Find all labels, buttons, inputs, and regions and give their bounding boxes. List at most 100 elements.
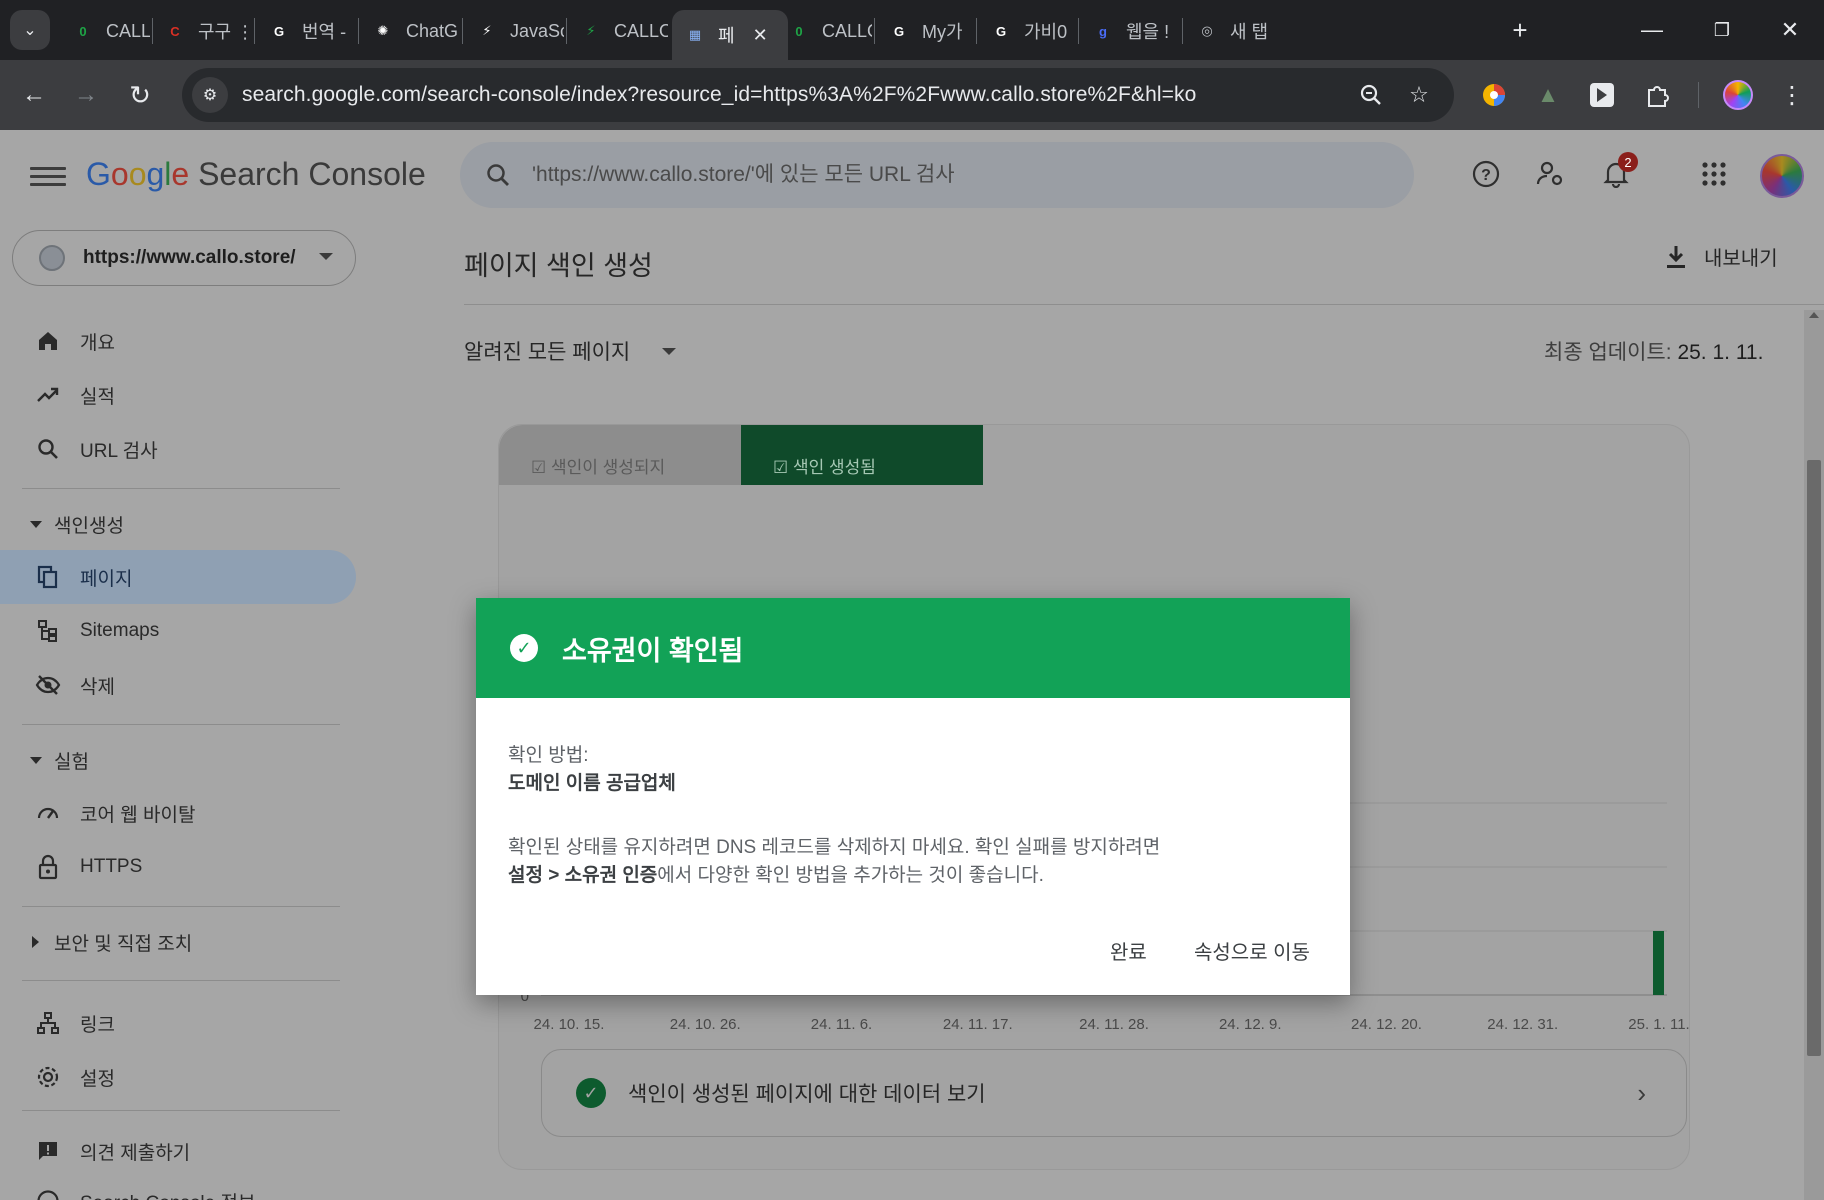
sidebar-item-label: 실적 [80, 386, 115, 408]
sidebar-divider [22, 1110, 340, 1111]
profile-avatar-icon[interactable] [1720, 77, 1756, 113]
property-url: https://www.callo.store/ [83, 247, 296, 268]
tab-close-icon[interactable]: ✕ [753, 25, 768, 46]
export-button[interactable]: 내보내기 [1662, 242, 1778, 271]
tab-label: CALLO [822, 20, 872, 41]
new-tab-button[interactable]: + [1490, 10, 1550, 50]
tab-label: ChatG [406, 20, 459, 41]
page-scrollbar[interactable] [1804, 310, 1824, 1200]
go-to-property-button[interactable]: 속성으로 이동 [1188, 932, 1316, 969]
account-avatar[interactable] [1760, 154, 1804, 198]
sidebar-item-label: 의견 제출하기 [80, 1142, 191, 1164]
filter-label: 알려진 모든 페이지 [464, 341, 631, 364]
sidebar-item-removals[interactable]: 삭제 [0, 658, 356, 712]
sidebar-section-security[interactable]: 보안 및 직접 조치 [0, 920, 356, 964]
browser-tab[interactable]: G My가 [876, 10, 974, 52]
export-label: 내보내기 [1704, 248, 1778, 270]
sidebar-item-sitemaps[interactable]: Sitemaps [0, 604, 356, 658]
forward-icon[interactable]: → [66, 75, 106, 115]
last-updated-label: 최종 업데이트: [1544, 341, 1672, 364]
download-icon [1662, 243, 1690, 271]
check-circle-icon: ✓ [510, 634, 538, 662]
zoom-icon[interactable] [1356, 80, 1386, 110]
browser-tab[interactable]: 0 CALLO [776, 10, 872, 52]
notifications-bell-icon[interactable]: 2 [1596, 152, 1638, 194]
browser-menu-icon[interactable]: ⋮ [1774, 77, 1810, 113]
tab-favicon-icon: C [170, 23, 180, 39]
sidebar-item-label: HTTPS [80, 856, 143, 877]
extension-box-icon[interactable] [1584, 77, 1620, 113]
tab-separator [976, 18, 977, 44]
sidebar-divider [22, 906, 340, 907]
browser-tab[interactable]: G 번역 - [256, 10, 356, 52]
search-console-logo[interactable]: Google Search Console [86, 156, 426, 193]
help-icon[interactable]: ? [1466, 154, 1506, 194]
chart-bar[interactable] [1653, 931, 1664, 995]
extension-color-icon[interactable] [1476, 77, 1512, 113]
sidebar-item-feedback[interactable]: 의견 제출하기 [0, 1124, 356, 1178]
reload-icon[interactable]: ↻ [120, 75, 160, 115]
dialog-body-line1: 확인된 상태를 유지하려면 DNS 레코드를 삭제하지 마세요. 확인 실패를 … [508, 837, 1161, 858]
tab-separator [358, 18, 359, 44]
sidebar-item-links[interactable]: 링크 [0, 996, 356, 1050]
tab-favicon-icon: G [893, 23, 905, 39]
back-icon[interactable]: ← [14, 75, 54, 115]
sidebar-item-https[interactable]: HTTPS [0, 840, 356, 894]
minimize-icon[interactable]: — [1622, 10, 1682, 50]
extension-tree-icon[interactable]: ▲ [1530, 77, 1566, 113]
menu-icon[interactable] [30, 158, 66, 194]
tab-search-button[interactable]: ⌄ [10, 10, 50, 50]
site-info-icon[interactable]: ⚙ [192, 77, 228, 113]
address-url[interactable]: search.google.com/search-console/index?r… [242, 83, 1196, 107]
dialog-title: 소유권이 확인됨 [562, 635, 744, 666]
apps-grid-icon[interactable] [1694, 154, 1734, 194]
browser-tab[interactable]: 0 CALLO [60, 10, 150, 52]
property-selector[interactable]: https://www.callo.store/ [12, 230, 356, 286]
search-icon [482, 159, 514, 191]
bookmark-star-icon[interactable]: ☆ [1404, 80, 1434, 110]
view-indexed-data-row[interactable]: ✓ 색인이 생성된 페이지에 대한 데이터 보기 › [541, 1049, 1687, 1137]
tab-favicon-icon: ▦ [688, 27, 702, 42]
search-input[interactable] [532, 163, 1352, 187]
search-console-page: Google Search Console ? 2 https://www.ca… [0, 130, 1824, 1200]
scrollbar-thumb[interactable] [1807, 460, 1821, 1056]
browser-tab[interactable]: ▦ 페 ✕ [672, 10, 788, 60]
notification-badge: 2 [1618, 152, 1638, 172]
browser-tab[interactable]: C 구구 ⋮ [152, 10, 252, 52]
browser-tab[interactable]: ✺ ChatG [360, 10, 460, 52]
browser-tab[interactable]: ⚡ CALLO [568, 10, 668, 52]
browser-tab[interactable]: ⚡ JavaSc [464, 10, 564, 52]
sidebar-item-about[interactable]: Search Console 정보 [0, 1174, 356, 1200]
toolbar-divider [1698, 82, 1699, 108]
done-button[interactable]: 완료 [1104, 932, 1153, 969]
browser-tab[interactable]: ◎ 새 탭 [1184, 10, 1294, 52]
sidebar-divider [22, 724, 340, 725]
tab-label: CALLO [106, 20, 150, 41]
pages-icon [34, 563, 62, 591]
sidebar-item-url-inspection[interactable]: URL 검사 [0, 422, 356, 476]
method-value: 도메인 이름 공급업체 [508, 773, 676, 794]
sidebar-item-core-web-vitals[interactable]: 코어 웹 바이탈 [0, 786, 356, 840]
url-inspect-search[interactable] [460, 142, 1414, 208]
address-bar[interactable]: ⚙ search.google.com/search-console/index… [182, 68, 1454, 122]
browser-tab[interactable]: g 웹을 ! [1080, 10, 1180, 52]
sidebar-item-overview[interactable]: 개요 [0, 314, 356, 368]
search-icon [34, 435, 62, 463]
close-window-icon[interactable]: ✕ [1760, 10, 1820, 50]
extensions-puzzle-icon[interactable] [1640, 77, 1676, 113]
page-title: 페이지 색인 생성 [464, 251, 653, 281]
ownership-verified-dialog: ✓ 소유권이 확인됨 확인 방법: 도메인 이름 공급업체 확인된 상태를 유지… [476, 598, 1350, 995]
sidebar-item-pages[interactable]: 페이지 [0, 550, 356, 604]
restore-icon[interactable]: ❐ [1692, 10, 1752, 50]
sidebar-item-performance[interactable]: 실적 [0, 368, 356, 422]
user-settings-icon[interactable] [1530, 154, 1570, 194]
tab-label: 번역 - [302, 22, 347, 42]
sidebar-item-settings[interactable]: 설정 [0, 1050, 356, 1104]
scroll-up-icon[interactable] [1809, 312, 1819, 318]
header-divider [464, 304, 1824, 305]
browser-tab[interactable]: G 가비0 [978, 10, 1076, 52]
sidebar-section-indexing[interactable]: 색인생성 [0, 502, 356, 546]
pages-filter-dropdown[interactable]: 알려진 모든 페이지 [464, 336, 677, 366]
sidebar-section-experience[interactable]: 실험 [0, 738, 356, 782]
feedback-icon [34, 1137, 62, 1165]
